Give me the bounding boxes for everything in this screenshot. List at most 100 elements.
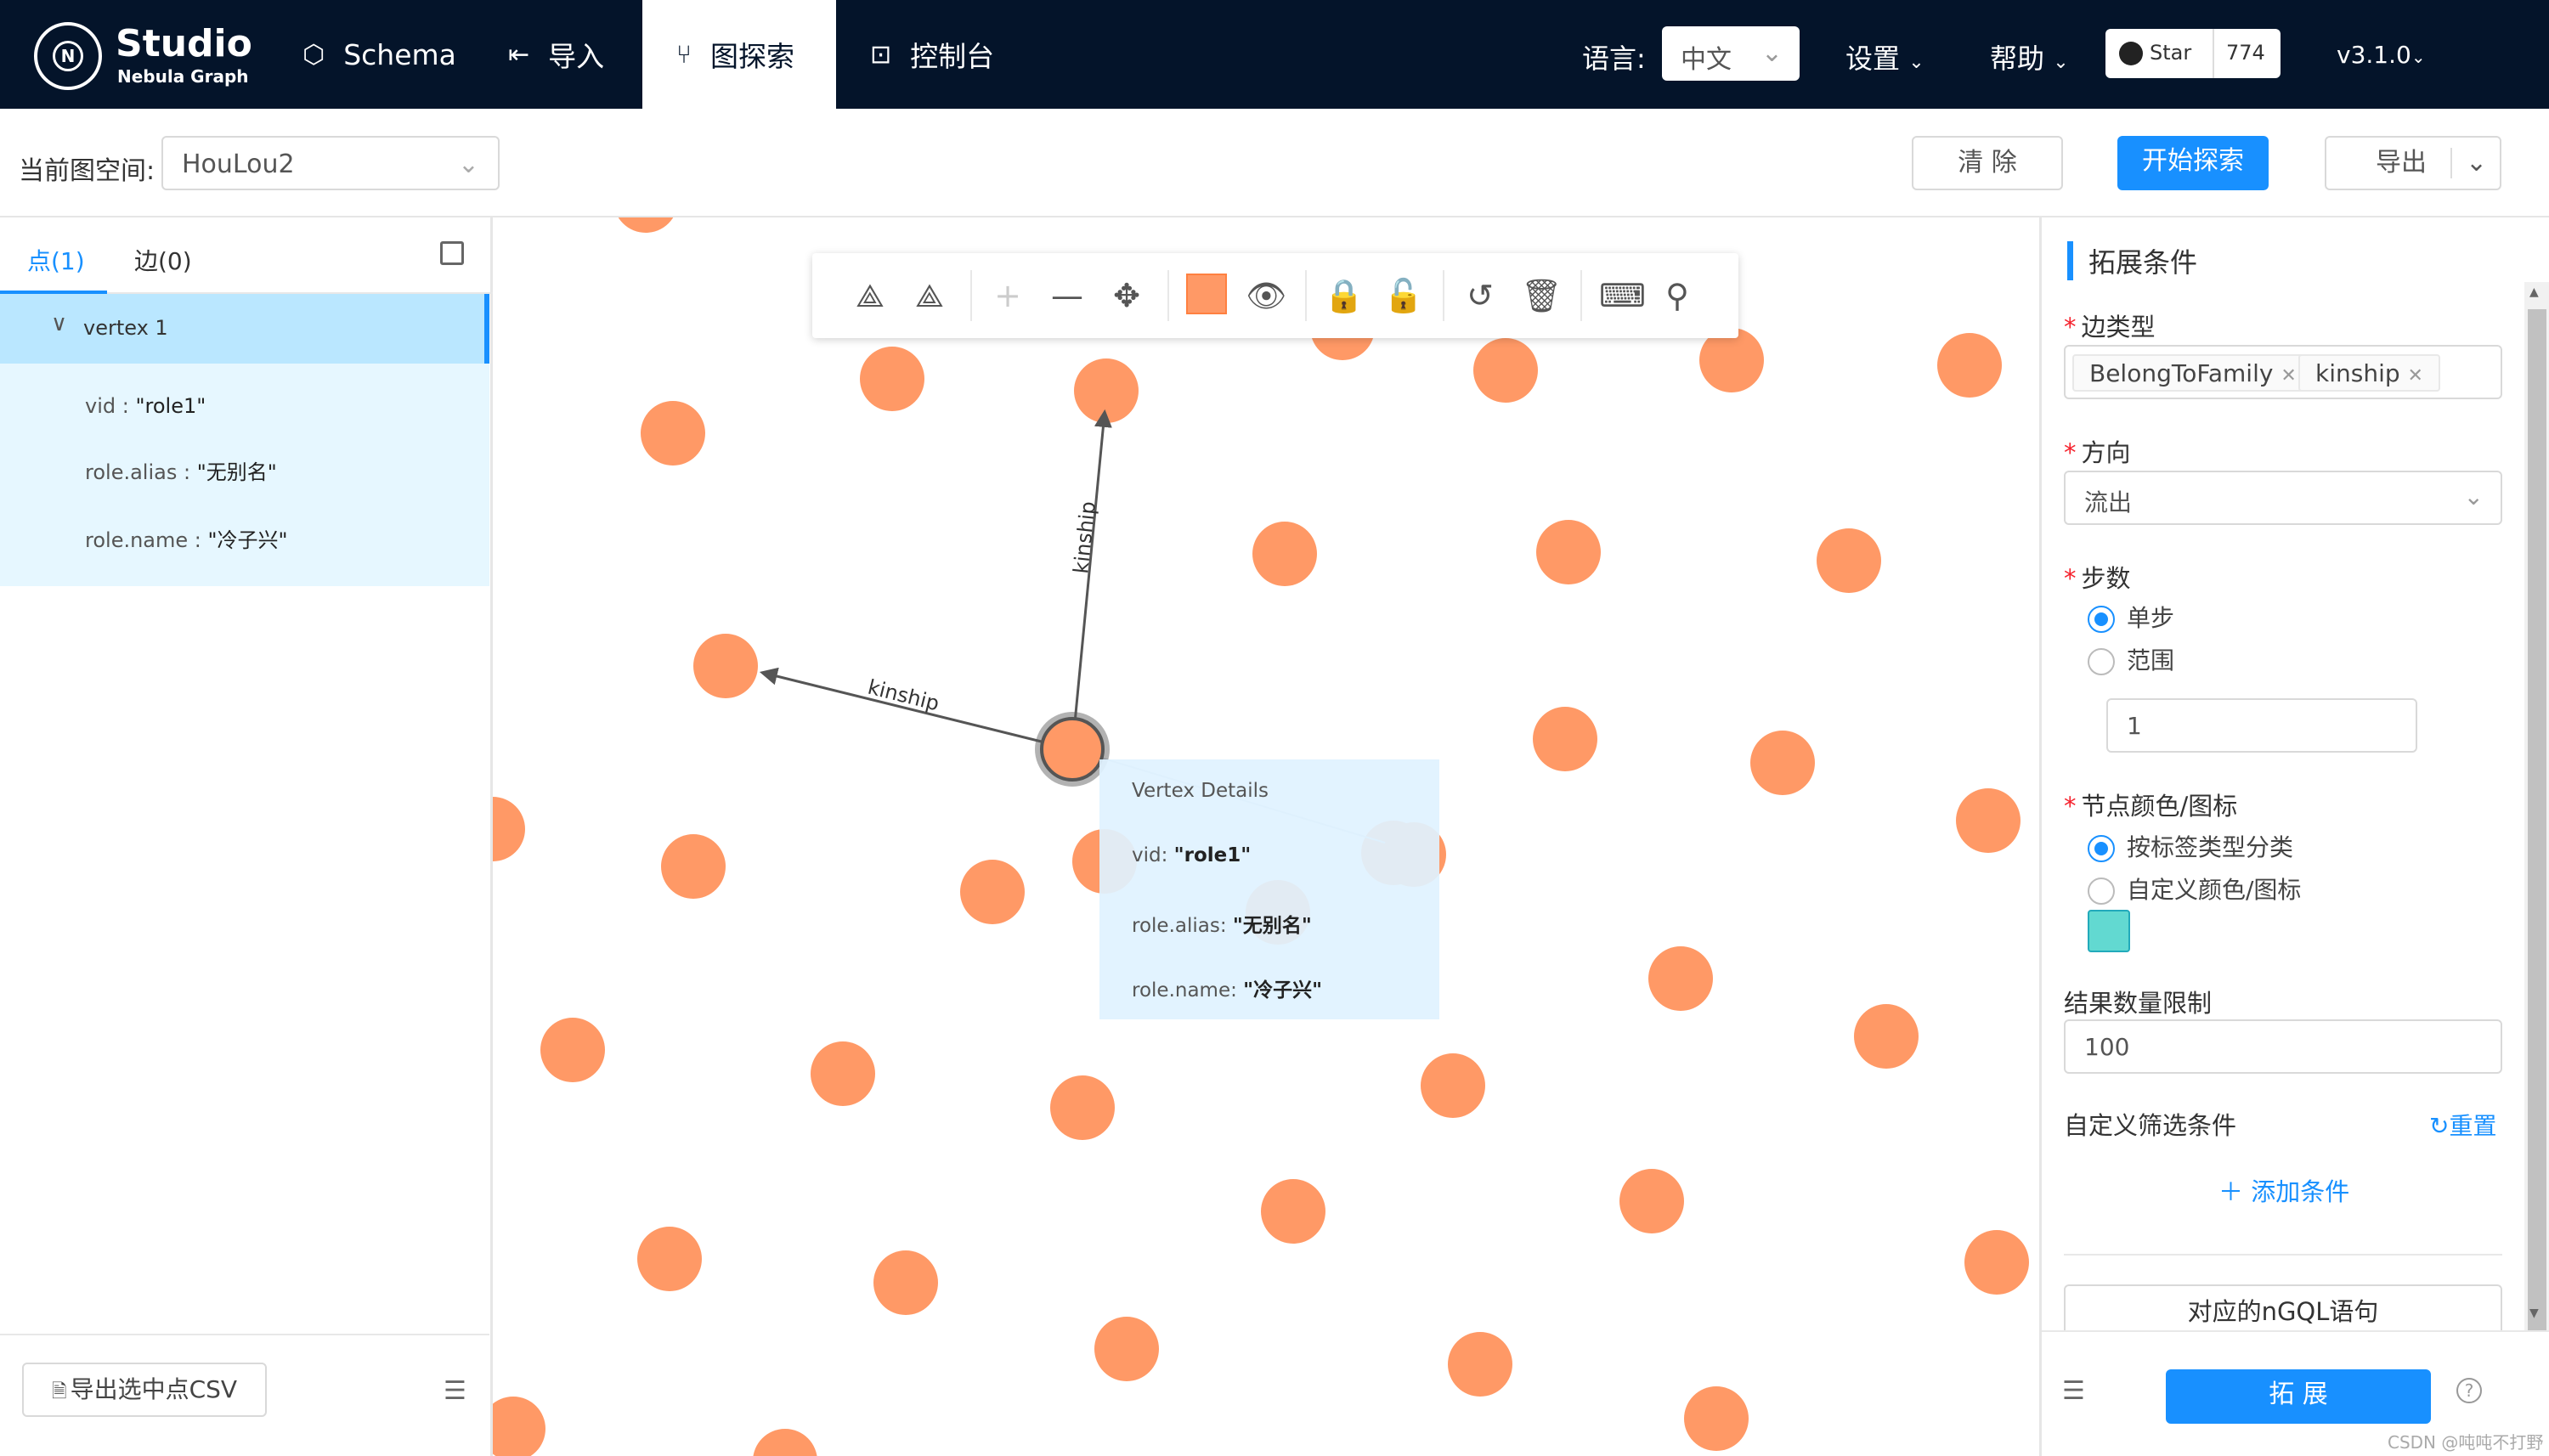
move-icon[interactable]: ✥ [1108, 277, 1145, 314]
graph-node[interactable] [1050, 1075, 1115, 1140]
search-icon[interactable]: ⚲ [1659, 277, 1696, 314]
graph-node[interactable] [960, 860, 1025, 924]
graph-node[interactable] [661, 834, 726, 899]
custom-color-swatch[interactable] [2088, 910, 2130, 952]
space-toolbar: 当前图空间: HouLou2 ⌄ 清 除 开始探索 导出 ⌄ [0, 109, 2549, 217]
graph-node[interactable] [641, 401, 705, 466]
prop-alias: role.alias : "无别名" [85, 455, 277, 485]
nav-explore[interactable]: ⑂ 图探索 [642, 0, 836, 109]
github-star-button[interactable]: Star 774 [2105, 29, 2281, 78]
graph-node[interactable] [1536, 520, 1601, 584]
graph-node[interactable] [613, 217, 678, 233]
scroll-up-icon[interactable]: ▲ [2529, 285, 2539, 299]
help-icon[interactable]: ? [2456, 1378, 2482, 1403]
graph-node[interactable] [493, 1397, 545, 1456]
chevron-down-icon: ⌄ [457, 150, 479, 179]
nav-schema[interactable]: ⬡ Schema [302, 0, 456, 109]
graph-node[interactable] [1964, 1230, 2029, 1295]
graph-node[interactable] [1937, 333, 2002, 398]
version-menu[interactable]: v3.1.0⌄ [2337, 41, 2426, 69]
language-select[interactable]: 中文 ⌄ [1662, 26, 1800, 81]
undo-icon[interactable]: ↺ [1461, 277, 1499, 314]
logo-letter: N [53, 41, 83, 71]
radio-single-step[interactable]: 单步 [2088, 600, 2174, 634]
graph-node[interactable] [1956, 788, 2021, 853]
language-value: 中文 [1681, 45, 1732, 75]
graph-node[interactable] [1648, 946, 1713, 1011]
reset-link[interactable]: ↻重置 [2429, 1108, 2496, 1142]
branch-icon: ⑂ [676, 39, 692, 70]
close-icon[interactable]: ✕ [2281, 365, 2296, 387]
nav-import-label: 导入 [548, 40, 605, 73]
settings-menu[interactable]: 设置 ⌄ [1845, 37, 1924, 76]
graph-node[interactable] [693, 634, 758, 698]
graph-node[interactable] [540, 1018, 605, 1082]
graph-node[interactable] [1448, 1332, 1512, 1397]
graph-node[interactable] [1421, 1053, 1485, 1118]
radio-range-step[interactable]: 范围 [2088, 642, 2174, 676]
tab-vertices[interactable]: 点(1) [27, 243, 85, 277]
tab-edges[interactable]: 边(0) [134, 243, 192, 277]
graph-node[interactable] [1533, 707, 1597, 771]
expand-button[interactable]: 拓 展 [2166, 1369, 2431, 1424]
edge-type-select[interactable]: BelongToFamily ✕ kinship ✕ [2064, 345, 2502, 399]
help-menu[interactable]: 帮助 ⌄ [1990, 37, 2069, 76]
divider [1305, 270, 1307, 321]
zoom-in-icon[interactable]: + [989, 277, 1026, 314]
graph-node[interactable] [1619, 1169, 1684, 1233]
show-neighbors-icon[interactable]: ⟁ [851, 277, 889, 315]
eye-icon[interactable]: 👁 [1246, 277, 1286, 315]
scrollbar-thumb[interactable] [2528, 309, 2546, 1359]
lock-icon[interactable]: 🔒 [1324, 277, 1364, 315]
graph-node[interactable] [753, 1429, 817, 1456]
graph-node[interactable] [1261, 1179, 1325, 1244]
graph-node[interactable] [1473, 338, 1538, 403]
prop-value: "role1" [135, 394, 206, 418]
nav-import[interactable]: ⇤ 导入 [508, 0, 636, 109]
graph-node[interactable] [1094, 1317, 1159, 1381]
graph-node[interactable] [811, 1041, 875, 1106]
direction-select[interactable]: 流出 ⌄ [2064, 471, 2502, 525]
graph-node[interactable] [493, 797, 525, 861]
start-explore-button[interactable]: 开始探索 [2117, 136, 2269, 190]
graph-node-selected[interactable] [1040, 717, 1105, 782]
radio-color-by-tag[interactable]: 按标签类型分类 [2088, 829, 2293, 863]
delete-icon[interactable]: 🗑 [1521, 277, 1562, 315]
graph-edge[interactable] [1071, 409, 1112, 750]
studio-logo-icon[interactable]: N [34, 22, 102, 90]
clear-button[interactable]: 清 除 [1912, 136, 2063, 190]
add-condition-button[interactable]: ＋ 添加条件 [2218, 1172, 2349, 1208]
unlock-icon[interactable]: 🔓 [1383, 277, 1423, 315]
graph-node[interactable] [873, 1250, 938, 1315]
step-count-input[interactable]: 1 [2106, 698, 2417, 753]
export-dropdown[interactable]: 导出 ⌄ [2325, 136, 2501, 190]
space-select[interactable]: HouLou2 ⌄ [161, 136, 500, 190]
panel-title: 拓展条件 [2067, 241, 2197, 280]
graph-node[interactable] [860, 347, 924, 411]
graph-node[interactable] [1854, 1004, 1919, 1069]
graph-node[interactable] [1074, 358, 1139, 423]
graph-canvas[interactable]: kinship kinship ⟁ ⟁ + — ✥ 👁 🔒 🔓 ↺ 🗑 ⌨ ⚲ … [493, 217, 2039, 1456]
radio-color-custom[interactable]: 自定义颜色/图标 [2088, 872, 2301, 906]
left-footer: 🗎 导出选中点CSV ☰ [0, 1334, 489, 1456]
keyboard-icon[interactable]: ⌨ [1599, 277, 1646, 314]
graph-node[interactable] [637, 1227, 702, 1291]
prop-key: vid : [85, 394, 129, 418]
collapse-menu-icon[interactable]: ☰ [444, 1376, 466, 1406]
zoom-out-icon[interactable]: — [1048, 277, 1086, 314]
hide-neighbors-icon[interactable]: ⟁ [911, 277, 948, 315]
close-icon[interactable]: ✕ [2408, 365, 2423, 387]
scroll-down-icon[interactable]: ▼ [2529, 1306, 2539, 1320]
settings-label: 设置 [1845, 42, 1901, 75]
vertex-item-header[interactable]: ∨ vertex 1 [0, 294, 489, 364]
node-color-swatch[interactable] [1186, 274, 1227, 314]
limit-input[interactable]: 100 [2064, 1019, 2502, 1074]
nav-console[interactable]: ⊡ 控制台 [870, 0, 1023, 109]
graph-node[interactable] [1750, 731, 1815, 795]
export-csv-button[interactable]: 🗎 导出选中点CSV [22, 1363, 267, 1417]
fit-view-icon[interactable] [440, 241, 464, 265]
graph-node[interactable] [1817, 528, 1881, 593]
graph-node[interactable] [1684, 1386, 1749, 1451]
collapse-menu-icon[interactable]: ☰ [2062, 1376, 2085, 1406]
graph-node[interactable] [1252, 522, 1317, 586]
